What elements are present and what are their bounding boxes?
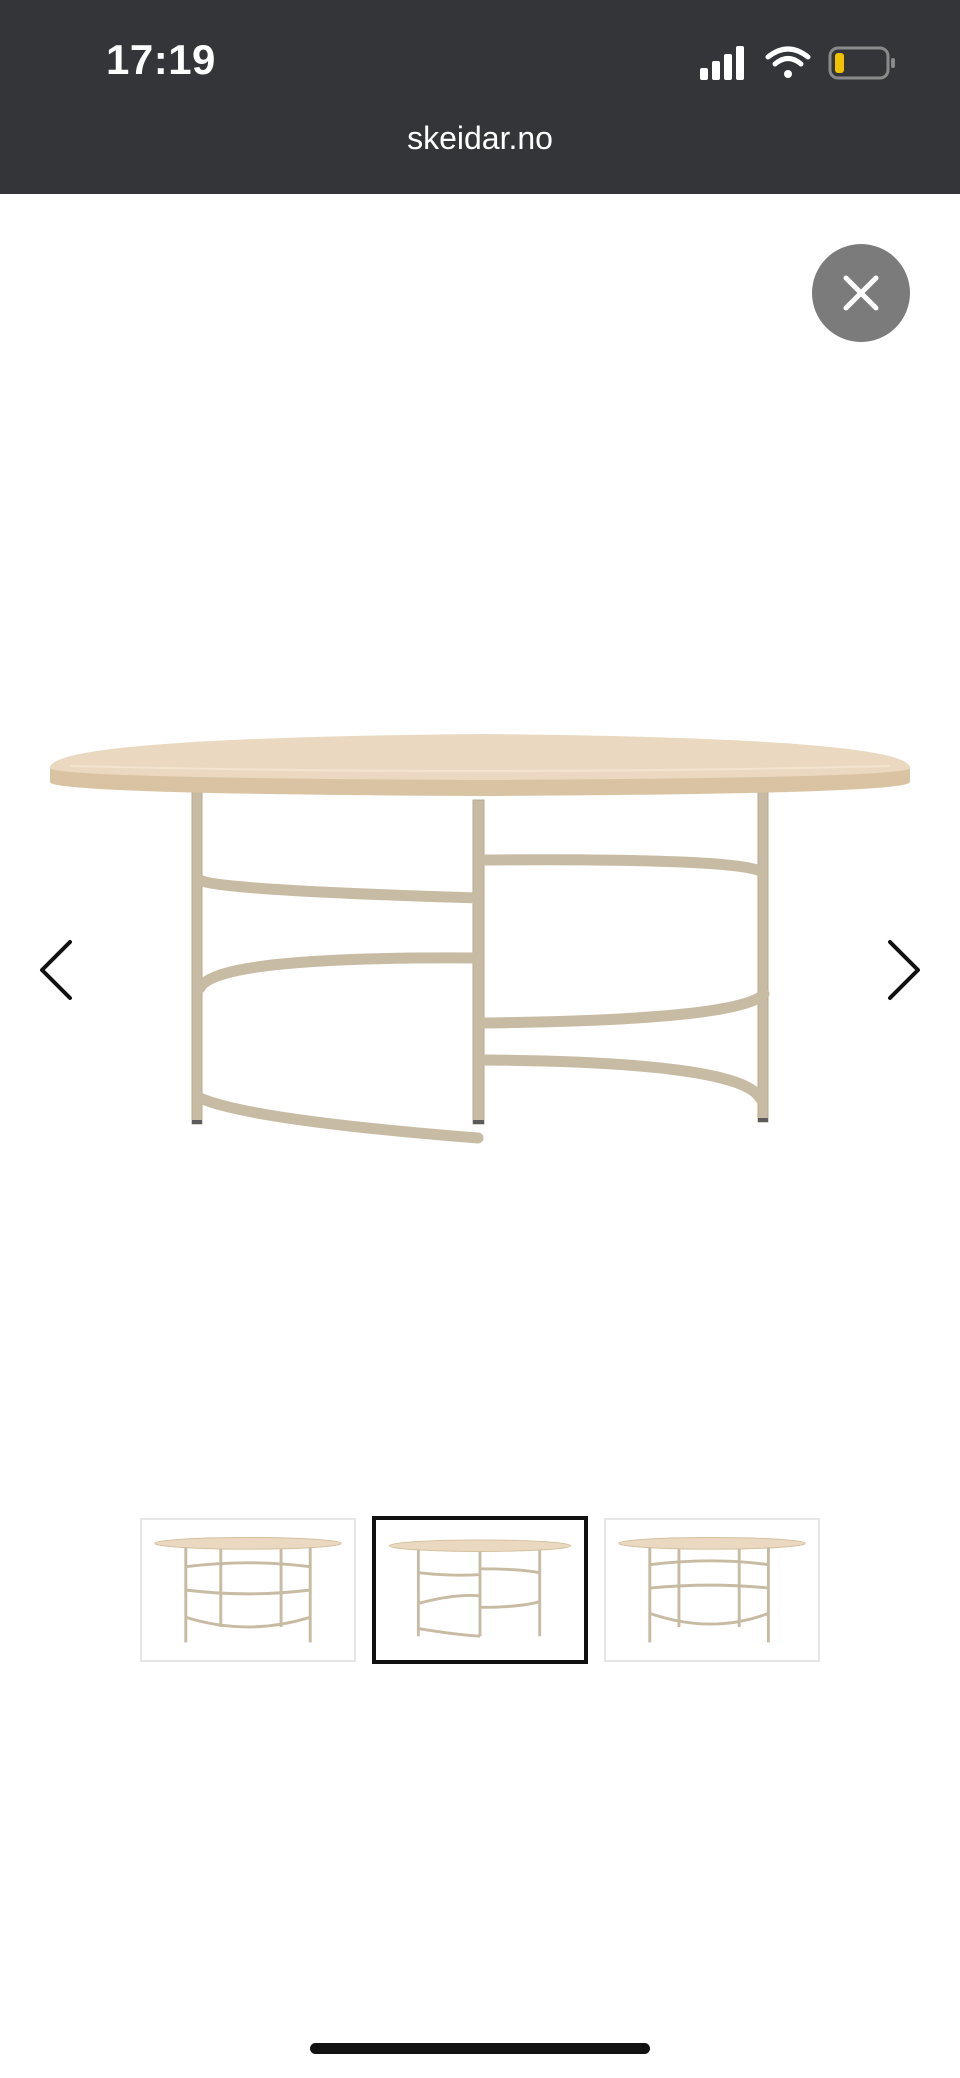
- status-icons: [700, 44, 900, 84]
- round-table-image: [40, 720, 920, 1220]
- close-icon: [843, 275, 879, 311]
- close-button[interactable]: [812, 244, 910, 342]
- status-bar: 17:19 skeidar.no: [0, 0, 960, 194]
- thumbnail-2[interactable]: [372, 1516, 588, 1664]
- url-bar[interactable]: skeidar.no: [0, 120, 960, 157]
- thumbnail-1[interactable]: [140, 1518, 356, 1662]
- home-indicator[interactable]: [310, 2043, 650, 2054]
- thumbnail-strip: [140, 1516, 820, 1666]
- battery-icon: [828, 46, 895, 80]
- thumbnail-3[interactable]: [604, 1518, 820, 1662]
- signal-icon: [700, 46, 744, 80]
- wifi-icon: [765, 46, 811, 78]
- status-time: 17:19: [106, 36, 216, 83]
